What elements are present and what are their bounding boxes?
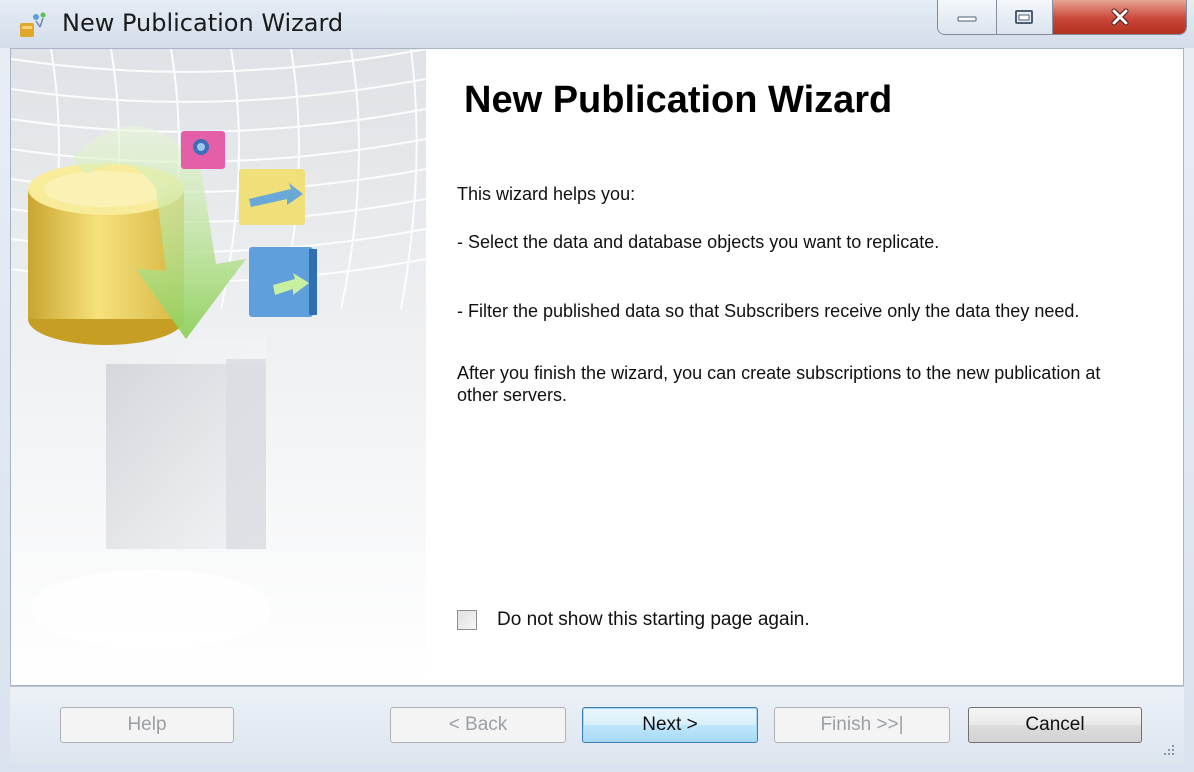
wizard-window: New Publication Wizard New Publication W… xyxy=(0,0,1194,772)
outro-text: After you finish the wizard, you can cre… xyxy=(457,363,1101,405)
next-button[interactable]: Next > xyxy=(582,707,758,743)
caption-buttons xyxy=(937,0,1187,35)
wizard-banner-illustration xyxy=(11,49,426,685)
close-button[interactable] xyxy=(1053,0,1186,34)
skip-start-page-option[interactable]: Do not show this starting page again. xyxy=(457,609,810,631)
minimize-button[interactable] xyxy=(938,0,997,34)
close-icon xyxy=(1111,8,1129,26)
button-bar: Help < Back Next > Finish >>| Cancel xyxy=(10,686,1184,763)
resize-grip-icon[interactable] xyxy=(1162,743,1176,757)
back-button[interactable]: < Back xyxy=(390,707,566,743)
intro-text: This wizard helps you: xyxy=(457,184,636,204)
skip-start-page-checkbox[interactable] xyxy=(457,610,477,630)
page-heading: New Publication Wizard xyxy=(464,79,893,121)
wizard-app-icon xyxy=(20,12,46,37)
finish-button[interactable]: Finish >>| xyxy=(774,707,950,743)
maximize-icon xyxy=(1015,10,1034,24)
title-bar[interactable]: New Publication Wizard xyxy=(0,0,1194,48)
bullet-filter-data: - Filter the published data so that Subs… xyxy=(457,301,1080,321)
help-button[interactable]: Help xyxy=(60,707,234,743)
minimize-icon xyxy=(957,16,977,22)
cancel-button[interactable]: Cancel xyxy=(968,707,1142,743)
maximize-button[interactable] xyxy=(996,0,1054,34)
bullet-select-data: - Select the data and database objects y… xyxy=(457,232,940,252)
window-title: New Publication Wizard xyxy=(62,9,344,37)
wizard-page: New Publication Wizard This wizard helps… xyxy=(10,48,1184,686)
skip-start-page-label[interactable]: Do not show this starting page again. xyxy=(497,609,810,631)
